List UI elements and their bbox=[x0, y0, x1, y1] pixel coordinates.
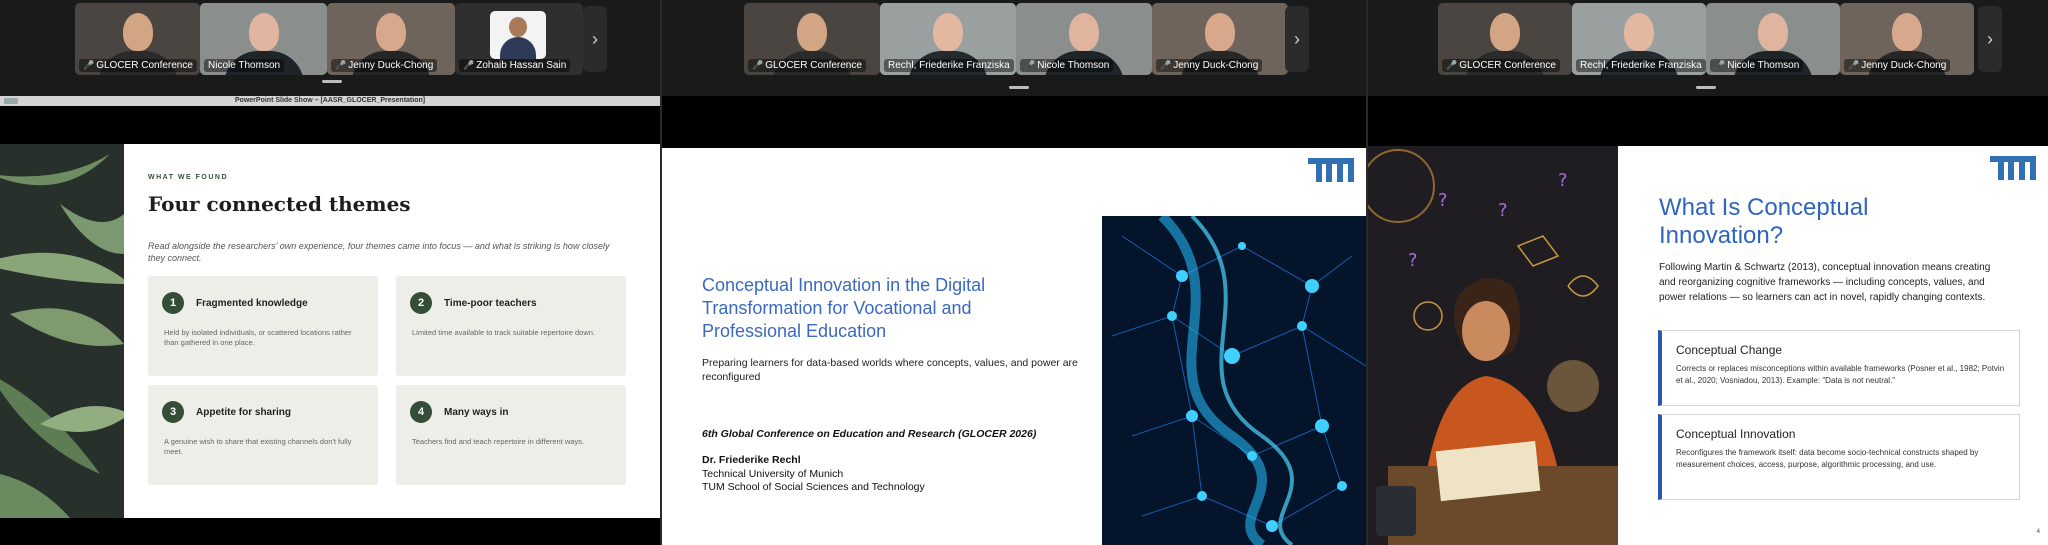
tum-logo bbox=[1308, 158, 1354, 182]
page-number: 4 bbox=[2036, 529, 2040, 535]
theme-title: Appetite for sharing bbox=[196, 407, 292, 418]
slide: ???? What Is Conceptual Innovation? Foll bbox=[1368, 146, 2048, 545]
slide-title: Conceptual Innovation in the Digital Tra… bbox=[702, 275, 986, 341]
theme-text: Teachers find and teach repertoire in di… bbox=[412, 437, 585, 446]
chevron-right-icon[interactable]: › bbox=[1285, 6, 1309, 72]
participant-tile[interactable]: 🎤 Nicole Thomson bbox=[1706, 3, 1840, 75]
tum-logo bbox=[1990, 156, 2036, 180]
svg-text:?: ? bbox=[1558, 170, 1568, 191]
theme-text: Held by isolated individuals, or scatter… bbox=[164, 328, 352, 347]
participant-name: Rechl, Friederike Franziska bbox=[888, 60, 1010, 71]
participant-name: Jenny Duck-Chong bbox=[1861, 60, 1947, 71]
participant-name: Nicole Thomson bbox=[1037, 60, 1110, 71]
participant-tile[interactable]: 🎤 Nicole Thomson bbox=[1016, 3, 1152, 75]
slide-subtitle: Preparing learners for data-based worlds… bbox=[702, 357, 1078, 383]
participant-tile-active[interactable]: Nicole Thomson bbox=[200, 3, 327, 75]
student-thinking-illustration: ???? bbox=[1368, 146, 1618, 545]
participant-name: Nicole Thomson bbox=[1727, 60, 1800, 71]
affiliation: TUM School of Social Sciences and Techno… bbox=[702, 481, 925, 493]
svg-text:?: ? bbox=[1498, 200, 1508, 221]
svg-text:?: ? bbox=[1438, 190, 1448, 211]
mic-muted-icon: 🎤 bbox=[1848, 60, 1860, 70]
chevron-right-icon[interactable]: › bbox=[583, 6, 607, 72]
participant-name: Jenny Duck-Chong bbox=[1173, 60, 1259, 71]
presentation-pane-3: 🎤 GLOCER Conference Rechl, Friederike Fra… bbox=[1368, 0, 2048, 545]
concept-title: Conceptual Change bbox=[1676, 343, 1783, 357]
theme-card: 2 Time-poor teachers Limited time availa… bbox=[396, 276, 626, 376]
video-gallery: 🎤 GLOCER Conference Rechl, Friederike Fra… bbox=[1368, 0, 2048, 96]
gallery-drag-handle[interactable] bbox=[1009, 86, 1029, 89]
leaves-image bbox=[0, 144, 124, 518]
slide: Conceptual Innovation in the Digital Tra… bbox=[662, 148, 1366, 545]
participant-tile-active[interactable]: Rechl, Friederike Franziska bbox=[880, 3, 1016, 75]
theme-title: Fragmented knowledge bbox=[196, 298, 308, 309]
concept-text: Reconfigures the framework itself: data … bbox=[1676, 448, 1979, 469]
chevron-right-icon[interactable]: › bbox=[1978, 6, 2002, 72]
participant-tile[interactable]: 🎤 GLOCER Conference bbox=[1438, 3, 1572, 75]
participant-tile[interactable]: 🎤 Jenny Duck-Chong bbox=[1840, 3, 1974, 75]
theme-title: Many ways in bbox=[444, 407, 509, 418]
presentation-pane-2: 🎤 GLOCER Conference Rechl, Friederike Fra… bbox=[662, 0, 1366, 545]
participant-tile[interactable]: 🎤 Jenny Duck-Chong bbox=[1152, 3, 1288, 75]
mic-muted-icon: 🎤 bbox=[335, 60, 347, 70]
participant-name: GLOCER Conference bbox=[765, 60, 862, 71]
theme-card: 3 Appetite for sharing A genuine wish to… bbox=[148, 385, 378, 485]
slide-kicker: WHAT WE FOUND bbox=[148, 174, 229, 181]
avatar bbox=[490, 11, 546, 59]
concept-title: Conceptual Innovation bbox=[1676, 427, 1796, 441]
svg-text:?: ? bbox=[1408, 250, 1418, 271]
slide-intro: Following Martin & Schwartz (2013), conc… bbox=[1659, 262, 1991, 303]
slide-title: Four connected themes bbox=[148, 192, 411, 216]
slide: WHAT WE FOUND Four connected themes Read… bbox=[0, 144, 660, 518]
window-titlebar: PowerPoint Slide Show – [AASR_GLOCER_Pre… bbox=[0, 96, 660, 106]
mic-muted-icon: 🎤 bbox=[1446, 60, 1458, 70]
concept-text: Corrects or replaces misconceptions with… bbox=[1676, 364, 2005, 385]
gallery-drag-handle[interactable] bbox=[1696, 86, 1716, 89]
digital-network-image bbox=[1102, 216, 1366, 545]
participant-name: GLOCER Conference bbox=[1459, 60, 1556, 71]
concept-box: Conceptual Innovation Reconfigures the f… bbox=[1658, 414, 2020, 500]
mic-muted-icon: 🎤 bbox=[1160, 60, 1172, 70]
theme-title: Time-poor teachers bbox=[444, 298, 537, 309]
participant-name: Rechl, Friederike Franziska bbox=[1580, 60, 1702, 71]
participant-name: Zohaib Hassan Sain bbox=[476, 60, 567, 71]
participant-tile[interactable]: 🎤 GLOCER Conference bbox=[75, 3, 200, 75]
theme-text: A genuine wish to share that existing ch… bbox=[164, 437, 352, 456]
theme-number: 4 bbox=[410, 401, 432, 423]
concept-box: Conceptual Change Corrects or replaces m… bbox=[1658, 330, 2020, 406]
participant-tile[interactable]: 🎤 Jenny Duck-Chong bbox=[327, 3, 455, 75]
conference-name: 6th Global Conference on Education and R… bbox=[702, 428, 1037, 440]
participant-name: Nicole Thomson bbox=[208, 60, 281, 71]
theme-text: Limited time available to track suitable… bbox=[412, 328, 596, 337]
participant-tile-active[interactable]: Rechl, Friederike Franziska bbox=[1572, 3, 1706, 75]
participant-name: Jenny Duck-Chong bbox=[348, 60, 434, 71]
mic-muted-icon: 🎤 bbox=[752, 60, 764, 70]
mic-muted-icon: 🎤 bbox=[463, 60, 475, 70]
theme-number: 1 bbox=[162, 292, 184, 314]
gallery-drag-handle[interactable] bbox=[322, 80, 342, 83]
slide-intro: Read alongside the researchers' own expe… bbox=[148, 241, 610, 263]
video-gallery: 🎤 GLOCER Conference Nicole Thomson 🎤 Jenny… bbox=[0, 0, 660, 96]
theme-card: 4 Many ways in Teachers find and teach r… bbox=[396, 385, 626, 485]
participant-name: GLOCER Conference bbox=[96, 60, 193, 71]
presentation-pane-1: 🎤 GLOCER Conference Nicole Thomson 🎤 Jenny… bbox=[0, 0, 660, 545]
window-title: PowerPoint Slide Show – [AASR_GLOCER_Pre… bbox=[234, 97, 426, 104]
theme-card: 1 Fragmented knowledge Held by isolated … bbox=[148, 276, 378, 376]
mic-muted-icon: 🎤 bbox=[1714, 60, 1726, 70]
affiliation: Technical University of Munich bbox=[702, 467, 844, 480]
mic-muted-icon: 🎤 bbox=[83, 60, 95, 70]
slide-title: What Is Conceptual Innovation? bbox=[1659, 194, 1869, 249]
theme-number: 2 bbox=[410, 292, 432, 314]
participant-tile[interactable]: 🎤 GLOCER Conference bbox=[744, 3, 880, 75]
author-name: Dr. Friederike Rechl bbox=[702, 454, 801, 466]
mic-muted-icon: 🎤 bbox=[1024, 60, 1036, 70]
participant-tile[interactable]: 🎤 Zohaib Hassan Sain bbox=[455, 3, 583, 75]
video-gallery: 🎤 GLOCER Conference Rechl, Friederike Fra… bbox=[662, 0, 1366, 96]
theme-number: 3 bbox=[162, 401, 184, 423]
